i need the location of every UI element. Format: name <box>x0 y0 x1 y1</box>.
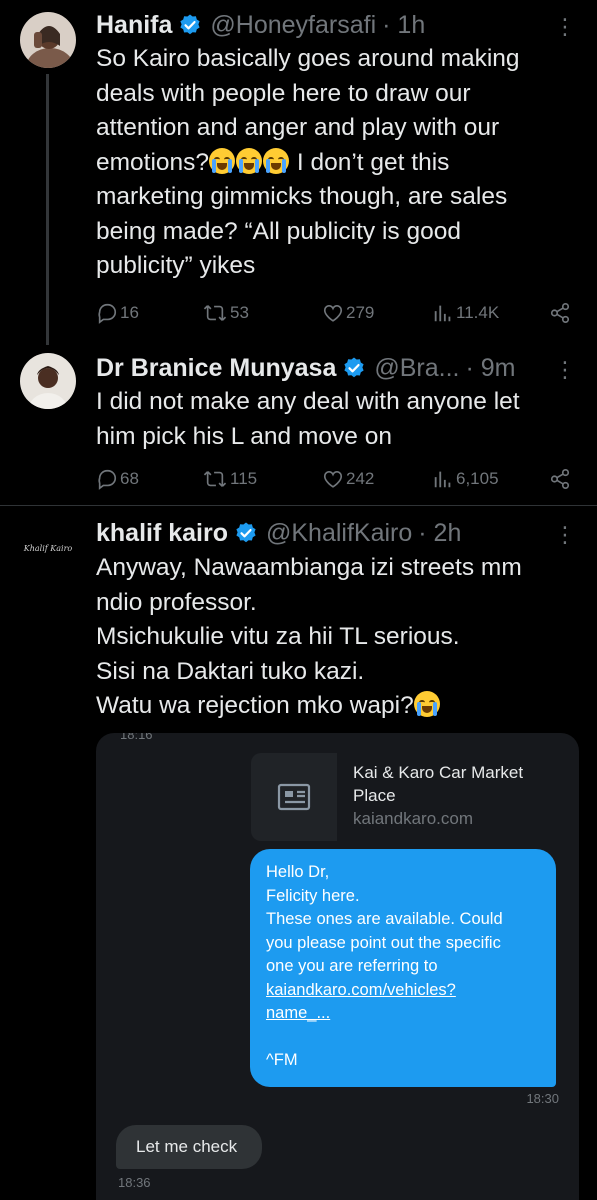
text-line: attention and anger and play with our <box>96 114 500 141</box>
message-line: Hello Dr, <box>266 863 330 881</box>
link-title: Kai & Karo Car Market Place <box>353 763 524 805</box>
svg-text:Khalif Kairo: Khalif Kairo <box>23 544 73 553</box>
repost-icon <box>203 305 227 321</box>
views-icon <box>434 471 451 488</box>
text-line: publicity” yikes <box>96 252 256 279</box>
like-icon <box>323 471 343 488</box>
message-signature: ^FM <box>266 1051 298 1069</box>
text-line: Watu wa rejection mko wapi? <box>96 692 414 719</box>
laughing-emoji-icon <box>413 691 440 717</box>
repost-button[interactable]: 115 <box>202 464 257 494</box>
verified-icon <box>178 13 202 37</box>
link-preview-card[interactable]: Kai & Karo Car Market Place kaiandkaro.c… <box>251 753 561 841</box>
crying-emoji-icon <box>209 147 236 174</box>
author-handle[interactable]: @Honeyfarsafi <box>210 10 376 40</box>
reply-button[interactable]: 16 <box>96 298 139 328</box>
like-icon <box>323 305 343 322</box>
author-name[interactable]: khalif kairo <box>96 518 228 548</box>
more-icon[interactable]: ⋮ <box>554 520 577 550</box>
share-button[interactable] <box>549 298 571 328</box>
tweet-hanifa[interactable]: Hanifa @Honeyfarsafi · 1h ⋮ So Kairo bas… <box>0 0 597 345</box>
incoming-message-bubble: Let me check <box>116 1125 262 1169</box>
text-line: I did not make any deal with anyone let <box>96 388 520 415</box>
link-url: kaiandkaro.com <box>353 809 474 828</box>
text-line: I don’t get this <box>290 148 450 176</box>
message-time: 18:36 <box>118 1175 151 1190</box>
avatar[interactable] <box>20 12 76 68</box>
share-icon <box>550 469 570 489</box>
like-button[interactable]: 242 <box>322 464 374 494</box>
more-icon[interactable]: ⋮ <box>554 355 577 385</box>
message-line: Felicity here. <box>266 886 360 905</box>
reply-icon <box>98 469 117 490</box>
views-count: 6,105 <box>456 469 499 488</box>
like-button[interactable]: 279 <box>322 298 374 328</box>
text-line: ndio professor. <box>96 588 257 616</box>
author-handle[interactable]: @KhalifKairo <box>266 518 412 548</box>
author-handle[interactable]: @Bra... <box>374 353 459 383</box>
thread-line <box>46 74 49 345</box>
views-button[interactable]: 11.4K <box>432 298 499 328</box>
reply-count: 68 <box>120 469 139 488</box>
avatar[interactable]: Khalif Kairo <box>20 518 76 574</box>
share-button[interactable] <box>549 464 571 494</box>
crying-emoji-icon <box>236 147 263 174</box>
message-link[interactable]: name_... <box>266 1004 330 1022</box>
text-line: marketing gimmicks though, are sales <box>96 183 508 210</box>
like-count: 279 <box>346 303 375 322</box>
message-time: 18:16 <box>120 733 153 742</box>
reply-icon <box>98 303 117 324</box>
more-icon[interactable]: ⋮ <box>554 12 577 42</box>
verified-icon <box>234 521 258 545</box>
share-icon <box>550 303 570 323</box>
views-button[interactable]: 6,105 <box>432 464 499 494</box>
tweet-header: khalif kairo @KhalifKairo · 2h ⋮ <box>96 518 577 548</box>
text-line: Anyway, Nawaambianga izi streets mm <box>96 554 522 581</box>
text-line: So Kairo basically goes around making <box>96 45 520 72</box>
link-card-icon <box>251 753 337 841</box>
outgoing-message-bubble: Hello Dr, Felicity here. These ones are … <box>250 849 556 1087</box>
tweet-time[interactable]: · 1h <box>382 10 425 40</box>
tweet-text: So Kairo basically goes around making de… <box>96 42 575 284</box>
repost-count: 53 <box>230 303 249 322</box>
avatar[interactable] <box>20 353 76 409</box>
repost-button[interactable]: 53 <box>202 298 249 328</box>
message-link[interactable]: kaiandkaro.com/vehicles? <box>266 981 456 999</box>
views-count: 11.4K <box>456 303 500 322</box>
like-count: 242 <box>346 469 375 488</box>
tweet-time[interactable]: · 2h <box>418 518 461 548</box>
repost-icon <box>203 471 227 487</box>
attached-image-chat[interactable]: 18:16 Kai & Karo Car Market Place kaiand… <box>96 733 579 1200</box>
message-line: one you are referring to <box>266 957 438 975</box>
verified-icon <box>342 356 366 380</box>
tweet-branice[interactable]: Dr Branice Munyasa @Bra... · 9m ⋮ I did … <box>0 345 597 505</box>
tweet-header: Hanifa @Honeyfarsafi · 1h ⋮ <box>96 10 577 40</box>
author-name[interactable]: Dr Branice Munyasa <box>96 353 336 383</box>
tweet-text: Anyway, Nawaambianga izi streets mm ndio… <box>96 551 575 724</box>
reply-count: 16 <box>120 303 139 322</box>
tweet-time[interactable]: · 9m <box>466 353 516 383</box>
repost-count: 115 <box>230 469 258 488</box>
author-name[interactable]: Hanifa <box>96 10 172 40</box>
views-icon <box>434 305 451 322</box>
tweet-actions: 68 115 242 6,105 <box>96 464 571 494</box>
text-line: Msichukulie vitu za hii TL serious. <box>96 623 460 650</box>
reply-button[interactable]: 68 <box>96 464 139 494</box>
text-line: being made? “All publicity is good <box>96 217 461 245</box>
tweet-text: I did not make any deal with anyone let … <box>96 385 575 454</box>
message-line: These ones are available. Could <box>266 910 503 928</box>
text-line: emotions? <box>96 148 210 176</box>
crying-emoji-icon <box>263 147 290 174</box>
text-line: deals with people here to draw our <box>96 79 471 107</box>
tweet-actions: 16 53 279 11.4K <box>96 298 571 328</box>
text-line: him pick his L and move on <box>96 422 392 450</box>
tweet-header: Dr Branice Munyasa @Bra... · 9m ⋮ <box>96 353 577 383</box>
message-line: you please point out the specific <box>266 933 501 952</box>
text-line: Sisi na Daktari tuko kazi. <box>96 657 365 685</box>
message-time: 18:30 <box>526 1091 559 1106</box>
